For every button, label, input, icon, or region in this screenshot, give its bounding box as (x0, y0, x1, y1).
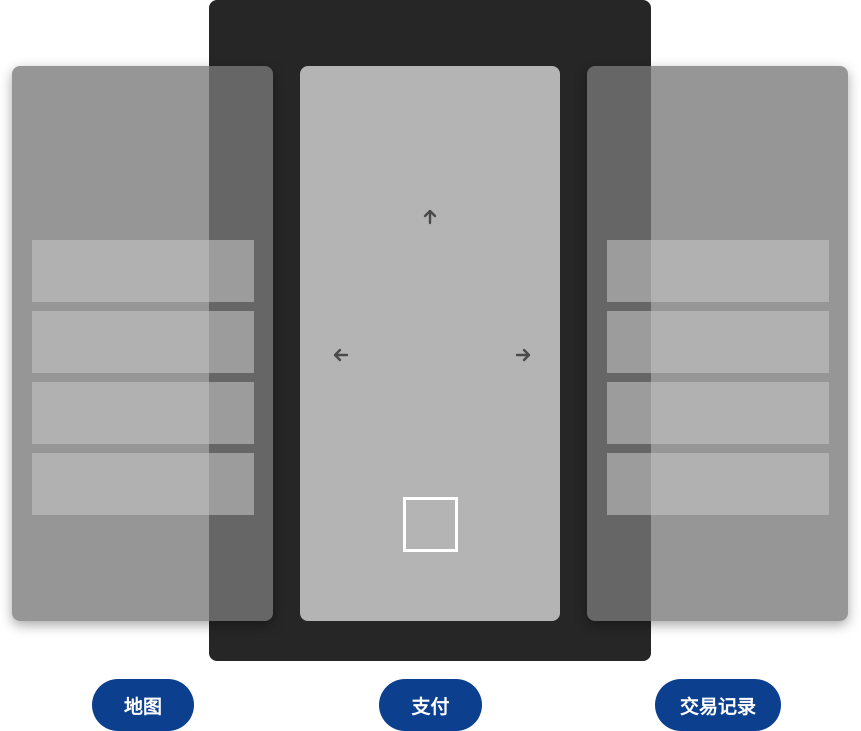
list-item (32, 453, 254, 515)
tab-map-button[interactable]: 地图 (92, 679, 194, 731)
list-item (32, 240, 254, 302)
list-item (607, 240, 829, 302)
arrow-left-icon (333, 348, 349, 362)
list-item (607, 311, 829, 373)
tab-transactions-button[interactable]: 交易记录 (655, 679, 781, 731)
left-card-map[interactable] (12, 66, 273, 621)
list-item (32, 382, 254, 444)
list-item (607, 382, 829, 444)
list-item (32, 311, 254, 373)
tab-payment-button[interactable]: 支付 (379, 679, 482, 731)
tap-target-square[interactable] (403, 497, 458, 552)
arrow-up-icon (423, 209, 437, 225)
list-item (607, 453, 829, 515)
center-card-payment[interactable] (300, 66, 560, 621)
arrow-right-icon (515, 348, 531, 362)
right-card-transactions[interactable] (587, 66, 848, 621)
